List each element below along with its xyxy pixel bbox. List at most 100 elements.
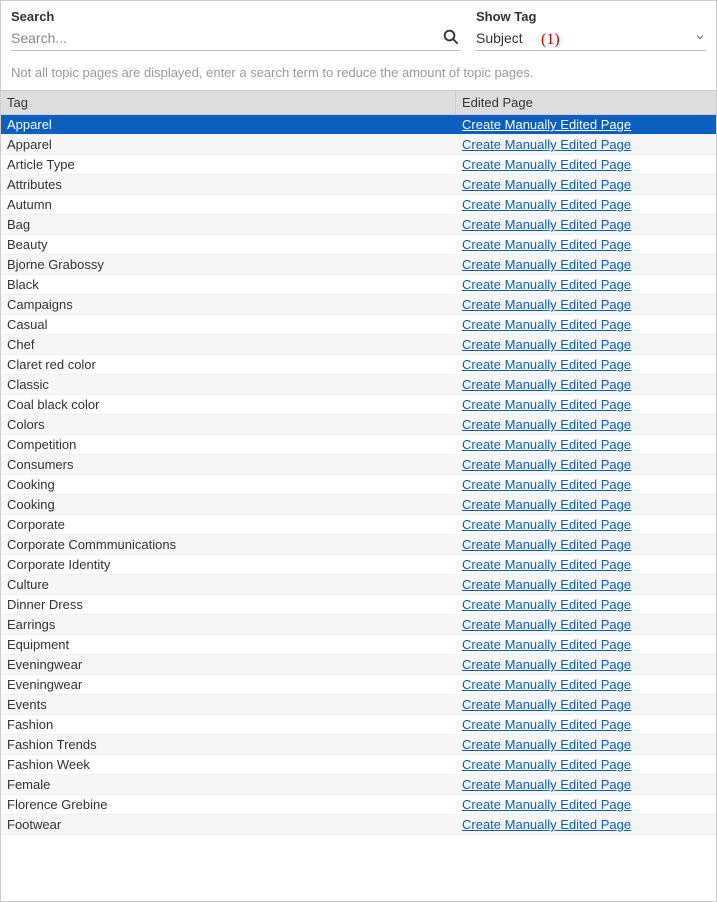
create-page-link[interactable]: Create Manually Edited Page bbox=[462, 517, 631, 532]
table-row[interactable]: FootwearCreate Manually Edited Page bbox=[1, 815, 716, 835]
create-page-link[interactable]: Create Manually Edited Page bbox=[462, 417, 631, 432]
create-page-link[interactable]: Create Manually Edited Page bbox=[462, 557, 631, 572]
create-page-link[interactable]: Create Manually Edited Page bbox=[462, 717, 631, 732]
search-icon[interactable] bbox=[438, 28, 460, 49]
create-page-link[interactable]: Create Manually Edited Page bbox=[462, 217, 631, 232]
table-row[interactable]: CorporateCreate Manually Edited Page bbox=[1, 515, 716, 535]
table-row[interactable]: EveningwearCreate Manually Edited Page bbox=[1, 655, 716, 675]
create-page-link[interactable]: Create Manually Edited Page bbox=[462, 457, 631, 472]
table-row[interactable]: Coal black colorCreate Manually Edited P… bbox=[1, 395, 716, 415]
tag-cell: Attributes bbox=[1, 175, 456, 194]
table-row[interactable]: ColorsCreate Manually Edited Page bbox=[1, 415, 716, 435]
table-row[interactable]: Fashion TrendsCreate Manually Edited Pag… bbox=[1, 735, 716, 755]
tag-cell: Fashion Week bbox=[1, 755, 456, 774]
tag-cell: Consumers bbox=[1, 455, 456, 474]
hint-text: Not all topic pages are displayed, enter… bbox=[11, 65, 706, 80]
create-page-link[interactable]: Create Manually Edited Page bbox=[462, 677, 631, 692]
create-page-link[interactable]: Create Manually Edited Page bbox=[462, 697, 631, 712]
table-row[interactable]: FashionCreate Manually Edited Page bbox=[1, 715, 716, 735]
table-row[interactable]: ApparelCreate Manually Edited Page bbox=[1, 115, 716, 135]
create-page-link[interactable]: Create Manually Edited Page bbox=[462, 317, 631, 332]
create-page-link[interactable]: Create Manually Edited Page bbox=[462, 337, 631, 352]
table-row[interactable]: CultureCreate Manually Edited Page bbox=[1, 575, 716, 595]
table-row[interactable]: BeautyCreate Manually Edited Page bbox=[1, 235, 716, 255]
edited-cell: Create Manually Edited Page bbox=[456, 315, 716, 334]
table-scroll[interactable]: Tag Edited Page ApparelCreate Manually E… bbox=[1, 90, 716, 901]
edited-cell: Create Manually Edited Page bbox=[456, 775, 716, 794]
showtag-label: Show Tag bbox=[476, 9, 706, 24]
edited-cell: Create Manually Edited Page bbox=[456, 755, 716, 774]
create-page-link[interactable]: Create Manually Edited Page bbox=[462, 817, 631, 832]
create-page-link[interactable]: Create Manually Edited Page bbox=[462, 157, 631, 172]
table-row[interactable]: EventsCreate Manually Edited Page bbox=[1, 695, 716, 715]
search-input[interactable] bbox=[11, 26, 438, 50]
create-page-link[interactable]: Create Manually Edited Page bbox=[462, 737, 631, 752]
edited-cell: Create Manually Edited Page bbox=[456, 555, 716, 574]
edited-cell: Create Manually Edited Page bbox=[456, 495, 716, 514]
create-page-link[interactable]: Create Manually Edited Page bbox=[462, 617, 631, 632]
create-page-link[interactable]: Create Manually Edited Page bbox=[462, 137, 631, 152]
table-row[interactable]: Bjorne GrabossyCreate Manually Edited Pa… bbox=[1, 255, 716, 275]
create-page-link[interactable]: Create Manually Edited Page bbox=[462, 537, 631, 552]
tag-cell: Female bbox=[1, 775, 456, 794]
create-page-link[interactable]: Create Manually Edited Page bbox=[462, 597, 631, 612]
create-page-link[interactable]: Create Manually Edited Page bbox=[462, 297, 631, 312]
table-row[interactable]: Fashion Week Create Manually Edited Page bbox=[1, 755, 716, 775]
create-page-link[interactable]: Create Manually Edited Page bbox=[462, 577, 631, 592]
table-header: Tag Edited Page bbox=[1, 91, 716, 115]
create-page-link[interactable]: Create Manually Edited Page bbox=[462, 757, 631, 772]
create-page-link[interactable]: Create Manually Edited Page bbox=[462, 777, 631, 792]
table-row[interactable]: Consumers Create Manually Edited Page bbox=[1, 455, 716, 475]
create-page-link[interactable]: Create Manually Edited Page bbox=[462, 377, 631, 392]
table-row[interactable]: ChefCreate Manually Edited Page bbox=[1, 335, 716, 355]
create-page-link[interactable]: Create Manually Edited Page bbox=[462, 397, 631, 412]
edited-cell: Create Manually Edited Page bbox=[456, 815, 716, 834]
table-row[interactable]: Corporate Commmunications Create Manually… bbox=[1, 535, 716, 555]
create-page-link[interactable]: Create Manually Edited Page bbox=[462, 497, 631, 512]
create-page-link[interactable]: Create Manually Edited Page bbox=[462, 477, 631, 492]
table-row[interactable]: ClassicCreate Manually Edited Page bbox=[1, 375, 716, 395]
edited-cell: Create Manually Edited Page bbox=[456, 415, 716, 434]
create-page-link[interactable]: Create Manually Edited Page bbox=[462, 277, 631, 292]
tag-cell: Corporate Commmunications bbox=[1, 535, 456, 554]
create-page-link[interactable]: Create Manually Edited Page bbox=[462, 197, 631, 212]
table-row[interactable]: Corporate IdentityCreate Manually Edited… bbox=[1, 555, 716, 575]
table-row[interactable]: Dinner DressCreate Manually Edited Page bbox=[1, 595, 716, 615]
table-row[interactable]: CasualCreate Manually Edited Page bbox=[1, 315, 716, 335]
tag-cell: Bag bbox=[1, 215, 456, 234]
edited-cell: Create Manually Edited Page bbox=[456, 275, 716, 294]
table-row[interactable]: EquipmentCreate Manually Edited Page bbox=[1, 635, 716, 655]
create-page-link[interactable]: Create Manually Edited Page bbox=[462, 797, 631, 812]
create-page-link[interactable]: Create Manually Edited Page bbox=[462, 257, 631, 272]
create-page-link[interactable]: Create Manually Edited Page bbox=[462, 177, 631, 192]
table-row[interactable]: BlackCreate Manually Edited Page bbox=[1, 275, 716, 295]
create-page-link[interactable]: Create Manually Edited Page bbox=[462, 437, 631, 452]
create-page-link[interactable]: Create Manually Edited Page bbox=[462, 357, 631, 372]
create-page-link[interactable]: Create Manually Edited Page bbox=[462, 237, 631, 252]
column-header-edited[interactable]: Edited Page bbox=[456, 91, 716, 114]
table-row[interactable]: Article TypeCreate Manually Edited Page bbox=[1, 155, 716, 175]
table-row[interactable]: ApparelCreate Manually Edited Page bbox=[1, 135, 716, 155]
table-row[interactable]: CampaignsCreate Manually Edited Page bbox=[1, 295, 716, 315]
edited-cell: Create Manually Edited Page bbox=[456, 595, 716, 614]
table-row[interactable]: EveningwearCreate Manually Edited Page bbox=[1, 675, 716, 695]
table-row[interactable]: AutumnCreate Manually Edited Page bbox=[1, 195, 716, 215]
table-row[interactable]: Claret red color Create Manually Edited P… bbox=[1, 355, 716, 375]
table-row[interactable]: Florence GrebineCreate Manually Edited P… bbox=[1, 795, 716, 815]
tag-cell: Claret red color bbox=[1, 355, 456, 374]
showtag-value: Subject bbox=[476, 30, 694, 46]
table-row[interactable]: CompetitionCreate Manually Edited Page bbox=[1, 435, 716, 455]
table-row[interactable]: Attributes Create Manually Edited Page bbox=[1, 175, 716, 195]
showtag-select[interactable]: Subject bbox=[476, 26, 706, 51]
edited-cell: Create Manually Edited Page bbox=[456, 515, 716, 534]
tag-cell: Earrings bbox=[1, 615, 456, 634]
column-header-tag[interactable]: Tag bbox=[1, 91, 456, 114]
table-row[interactable]: CookingCreate Manually Edited Page bbox=[1, 495, 716, 515]
create-page-link[interactable]: Create Manually Edited Page bbox=[462, 657, 631, 672]
table-row[interactable]: Earrings Create Manually Edited Page bbox=[1, 615, 716, 635]
table-row[interactable]: Bag Create Manually Edited Page bbox=[1, 215, 716, 235]
table-row[interactable]: CookingCreate Manually Edited Page bbox=[1, 475, 716, 495]
create-page-link[interactable]: Create Manually Edited Page bbox=[462, 637, 631, 652]
create-page-link[interactable]: Create Manually Edited Page bbox=[462, 117, 631, 132]
table-row[interactable]: Female Create Manually Edited Page bbox=[1, 775, 716, 795]
